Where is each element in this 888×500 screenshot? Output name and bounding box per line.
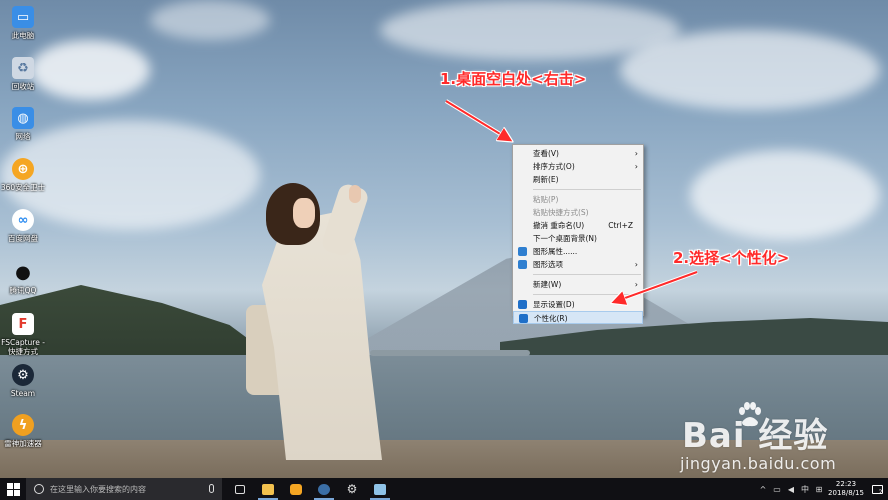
taskbar-app-settings[interactable]: ⚙ [338,478,366,500]
taskbar-search-box[interactable]: 在这里输入你要搜索的内容 [26,478,222,500]
settings-icon: ⚙ [346,482,358,496]
system-tray: ^ ▭ ◀ 中 ⊞ 22:23 2018/8/15 2 [756,478,888,500]
network-status-icon[interactable]: ▭ [770,485,784,494]
taskbar-app-360-browser[interactable] [282,478,310,500]
file-explorer-icon [262,483,274,495]
action-center-button[interactable]: 2 [866,483,888,496]
clock-time: 22:23 [835,480,857,488]
cortana-icon [34,484,44,494]
taskbar-clock[interactable]: 22:23 2018/8/15 [826,480,866,498]
app-tray-icon[interactable]: ⊞ [812,485,826,494]
task-view-button[interactable] [226,478,254,500]
watermark-url: jingyan.baidu.com [680,454,837,473]
steam-icon [318,483,330,495]
ime-indicator[interactable]: 中 [798,484,812,495]
notepad-icon [374,483,386,495]
annotation-step-2: 2.选择<个性化> [673,249,790,267]
taskbar-apps: ⚙ [226,478,394,500]
taskbar: 在这里输入你要搜索的内容 ⚙ ^ ▭ ◀ 中 ⊞ 22:23 2018/8/15 [0,478,888,500]
baidu-paw-icon [739,402,761,427]
baidu-jingyan-watermark: Bai 经验 jingyan.baidu.com [670,398,880,478]
taskbar-app-notepad[interactable] [366,478,394,500]
taskbar-app-file-explorer[interactable] [254,478,282,500]
search-placeholder: 在这里输入你要搜索的内容 [50,484,146,494]
task-view-icon [235,484,245,494]
taskbar-app-steam[interactable] [310,478,338,500]
windows-logo-icon [6,482,20,496]
notification-icon [871,484,883,494]
start-button[interactable] [0,478,26,500]
annotation-step-1: 1.桌面空白处<右击> [440,70,587,88]
arrow-to-personalize [614,271,698,302]
microphone-icon[interactable] [209,484,214,493]
clock-date: 2018/8/15 [828,489,864,497]
volume-icon[interactable]: ◀ [784,485,798,494]
arrow-to-desktop [445,100,510,140]
show-hidden-icons-icon[interactable]: ^ [756,485,770,494]
360-browser-icon [290,483,302,495]
